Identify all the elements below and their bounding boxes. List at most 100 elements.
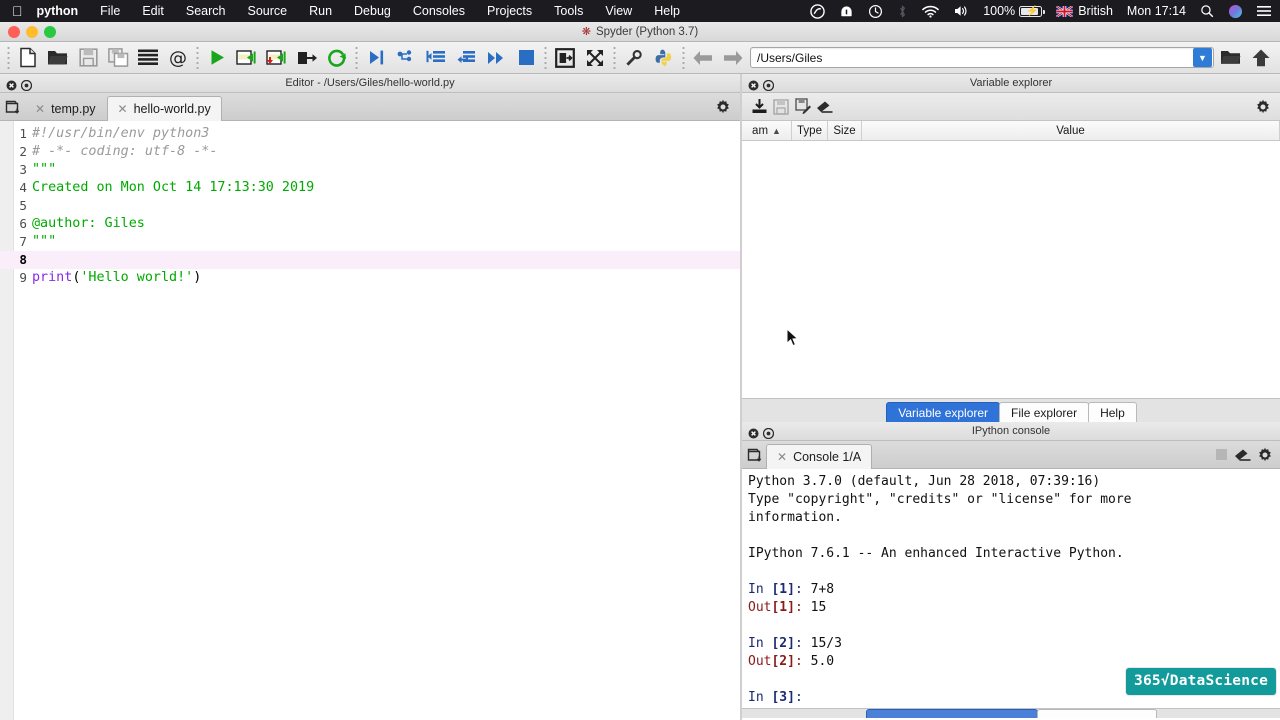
tab-help[interactable]: Help — [1088, 402, 1137, 422]
code-line[interactable]: 3 """ — [0, 161, 740, 179]
save-all-button[interactable] — [103, 44, 133, 72]
editor-tab-hello-world[interactable]: ✕ hello-world.py — [106, 95, 222, 121]
apple-logo-icon[interactable]:  — [12, 4, 23, 18]
debug-file-button[interactable] — [361, 44, 391, 72]
menu-consoles[interactable]: Consoles — [402, 0, 476, 22]
eraser-icon[interactable] — [814, 96, 836, 118]
debug-step-into-button[interactable] — [421, 44, 451, 72]
toolbar-grip-3[interactable] — [353, 46, 360, 69]
menu-source[interactable]: Source — [236, 0, 298, 22]
forward-button[interactable] — [718, 44, 748, 72]
code-line[interactable]: 8 — [0, 251, 740, 269]
dropbox-icon[interactable] — [832, 0, 861, 22]
menu-search[interactable]: Search — [175, 0, 237, 22]
menu-tools[interactable]: Tools — [543, 0, 594, 22]
run-selection-button[interactable] — [292, 44, 322, 72]
gear-icon[interactable] — [1254, 444, 1276, 466]
chevron-down-icon[interactable]: ▼ — [1193, 48, 1212, 67]
fullscreen-button[interactable] — [580, 44, 610, 72]
import-data-icon[interactable] — [748, 96, 770, 118]
notification-center-icon[interactable] — [1250, 0, 1280, 22]
browse-tabs-icon[interactable] — [2, 96, 24, 118]
stop-square-icon[interactable] — [1210, 444, 1232, 466]
console-tab-1a[interactable]: ✕ Console 1/A — [766, 443, 873, 469]
menu-app-name[interactable]: python — [37, 0, 90, 22]
rerun-button[interactable] — [322, 44, 352, 72]
eraser-icon[interactable] — [1232, 444, 1254, 466]
gear-icon[interactable] — [712, 96, 734, 118]
menubar-clock[interactable]: Mon 17:14 — [1120, 0, 1193, 22]
maximize-pane-button[interactable] — [550, 44, 580, 72]
menu-projects[interactable]: Projects — [476, 0, 543, 22]
pane-undock-button[interactable] — [762, 78, 775, 91]
toolbar-grip-5[interactable] — [611, 46, 618, 69]
pane-close-button[interactable] — [748, 426, 759, 438]
find-replace-button[interactable] — [133, 44, 163, 72]
gear-icon[interactable] — [1252, 96, 1274, 118]
new-file-button[interactable] — [13, 44, 43, 72]
console-output[interactable]: Python 3.7.0 (default, Jun 28 2018, 07:3… — [742, 469, 1280, 718]
code-line[interactable]: 6 @author: Giles — [0, 215, 740, 233]
menu-help[interactable]: Help — [643, 0, 691, 22]
save-disk-icon[interactable] — [770, 96, 792, 118]
save-as-icon[interactable] — [792, 96, 814, 118]
working-directory-input[interactable]: /Users/Giles ▼ — [750, 47, 1214, 68]
browse-directory-button[interactable] — [1216, 44, 1246, 72]
menu-debug[interactable]: Debug — [343, 0, 402, 22]
run-file-button[interactable] — [202, 44, 232, 72]
debug-step-return-button[interactable] — [451, 44, 481, 72]
close-icon[interactable]: ✕ — [118, 103, 128, 115]
preferences-button[interactable] — [619, 44, 649, 72]
tab-variable-explorer[interactable]: Variable explorer — [886, 402, 1001, 422]
tab-ipython-console[interactable] — [866, 709, 1038, 718]
column-header-value[interactable]: Value — [862, 121, 1280, 140]
column-header-am[interactable]: am ▲ — [742, 121, 792, 140]
battery-charging-icon[interactable]: ⚡ — [1019, 0, 1049, 22]
close-icon[interactable]: ✕ — [35, 103, 45, 115]
browse-tabs-icon[interactable] — [744, 444, 766, 466]
toolbar-grip-6[interactable] — [680, 46, 687, 69]
bluetooth-icon[interactable] — [890, 0, 915, 22]
python-logo-button[interactable] — [649, 44, 679, 72]
toolbar-grip[interactable] — [5, 46, 12, 69]
parent-directory-button[interactable] — [1246, 44, 1276, 72]
spotlight-search-icon[interactable] — [1193, 0, 1221, 22]
variable-explorer-table[interactable] — [742, 141, 1280, 392]
window-minimize-button[interactable] — [26, 26, 38, 38]
pane-undock-button[interactable] — [20, 78, 33, 91]
wifi-icon[interactable] — [915, 0, 946, 22]
code-line[interactable]: 9 print('Hello world!') — [0, 269, 740, 287]
menu-file[interactable]: File — [89, 0, 131, 22]
menu-edit[interactable]: Edit — [131, 0, 175, 22]
run-cell-advance-button[interactable] — [262, 44, 292, 72]
volume-icon[interactable] — [946, 0, 976, 22]
column-header-type[interactable]: Type — [792, 121, 828, 140]
back-button[interactable] — [688, 44, 718, 72]
window-close-button[interactable] — [8, 26, 20, 38]
tab-file-explorer[interactable]: File explorer — [999, 402, 1090, 422]
save-file-button[interactable] — [73, 44, 103, 72]
window-zoom-button[interactable] — [44, 26, 56, 38]
toolbar-grip-2[interactable] — [194, 46, 201, 69]
debug-step-over-button[interactable] — [391, 44, 421, 72]
toolbar-grip-4[interactable] — [542, 46, 549, 69]
pane-close-button[interactable] — [6, 78, 17, 90]
code-line[interactable]: 7 """ — [0, 233, 740, 251]
code-line[interactable]: 4 Created on Mon Oct 14 17:13:30 2019 — [0, 179, 740, 197]
run-cell-button[interactable] — [232, 44, 262, 72]
code-line[interactable]: 2 # -*- coding: utf-8 -*- — [0, 143, 740, 161]
creative-cloud-icon[interactable] — [803, 0, 832, 22]
code-line[interactable]: 5 — [0, 197, 740, 215]
siri-icon[interactable] — [1221, 0, 1250, 22]
pane-undock-button[interactable] — [762, 426, 775, 439]
editor-tab-temp[interactable]: ✕ temp.py — [24, 96, 107, 121]
code-editor[interactable]: 1 #!/usr/bin/env python3 2 # -*- coding: ut… — [0, 121, 740, 720]
tab-history-log[interactable] — [1037, 709, 1157, 718]
pane-close-button[interactable] — [748, 78, 759, 90]
keyboard-input-menu[interactable]: British — [1049, 0, 1120, 22]
menu-view[interactable]: View — [594, 0, 643, 22]
code-line[interactable]: 1 #!/usr/bin/env python3 — [0, 125, 740, 143]
column-header-size[interactable]: Size — [828, 121, 862, 140]
pythonpath-manager-button[interactable]: @ — [163, 44, 193, 72]
open-file-button[interactable] — [43, 44, 73, 72]
